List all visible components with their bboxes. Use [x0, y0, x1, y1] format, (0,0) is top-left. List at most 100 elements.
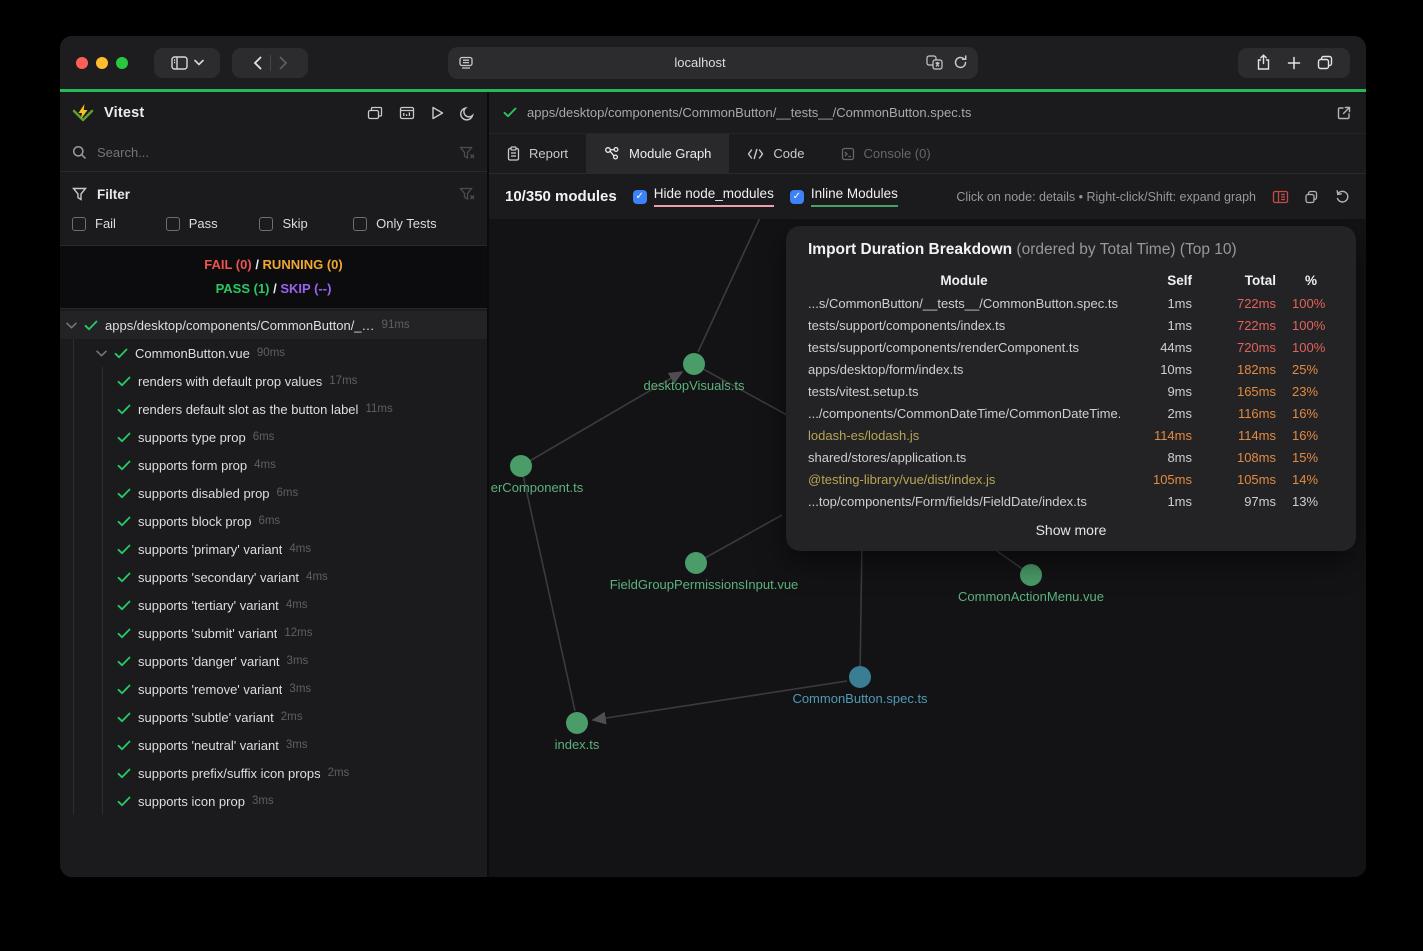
module-graph-canvas[interactable]: desktopVisuals.ts erComponent.ts FieldGrou… [489, 219, 1366, 877]
graph-node[interactable] [849, 666, 871, 688]
graph-node[interactable] [510, 455, 532, 477]
checkbox-box[interactable] [353, 217, 367, 231]
test-case-row[interactable]: supports type prop 6ms [103, 423, 487, 451]
filter-checkbox[interactable]: Fail [72, 216, 166, 231]
graph-hint-text: Click on node: details • Right-click/Shi… [956, 190, 1256, 204]
dark-mode-icon[interactable] [460, 106, 475, 121]
test-case-row[interactable]: supports form prop 4ms [103, 451, 487, 479]
external-link-icon[interactable] [1336, 105, 1352, 121]
graph-node-label[interactable]: CommonActionMenu.vue [958, 589, 1104, 604]
module-cell[interactable]: ...s/CommonButton/__tests__/CommonButton… [808, 293, 1120, 315]
graph-node[interactable] [566, 712, 588, 734]
dashboard-icon[interactable] [399, 106, 415, 121]
module-cell[interactable]: tests/support/components/index.ts [808, 315, 1120, 337]
reset-graph-icon[interactable] [1335, 189, 1350, 204]
test-case-row[interactable]: renders with default prop values 17ms [103, 367, 487, 395]
hide-node-modules-checkbox[interactable]: ✓ Hide node_modules [633, 186, 774, 207]
expand-graph-icon[interactable] [1304, 190, 1320, 204]
minimize-button[interactable] [96, 57, 108, 69]
file-children: CommonButton.vue 90ms renders with defau… [73, 339, 487, 815]
checkbox-box[interactable] [259, 217, 273, 231]
total-cell: 105ms [1204, 469, 1276, 491]
test-file-row[interactable]: apps/desktop/components/CommonButton/_… … [60, 311, 487, 339]
module-cell[interactable]: tests/support/components/renderComponent… [808, 337, 1120, 359]
browser-toolbar: localhost [60, 36, 1366, 89]
zoom-button[interactable] [116, 57, 128, 69]
test-case-row[interactable]: supports 'secondary' variant 4ms [103, 563, 487, 591]
back-button[interactable] [253, 56, 262, 70]
chevron-down-icon[interactable] [66, 322, 77, 329]
test-case-row[interactable]: supports 'danger' variant 3ms [103, 647, 487, 675]
run-all-icon[interactable] [431, 106, 444, 121]
test-case-row[interactable]: supports disabled prop 6ms [103, 479, 487, 507]
address-bar[interactable]: localhost [448, 47, 978, 79]
filter-checkbox[interactable]: Pass [166, 216, 260, 231]
test-case-row[interactable]: supports 'primary' variant 4ms [103, 535, 487, 563]
check-icon [503, 107, 517, 118]
test-case-row[interactable]: supports 'submit' variant 12ms [103, 619, 487, 647]
test-case-row[interactable]: renders default slot as the button label… [103, 395, 487, 423]
self-cell: 114ms [1132, 425, 1192, 447]
share-icon[interactable] [1256, 54, 1271, 71]
clear-filter-icon[interactable] [459, 187, 475, 201]
graph-node-label[interactable]: FieldGroupPermissionsInput.vue [610, 577, 799, 592]
tab-label: Module Graph [629, 146, 711, 161]
pct-cell: 23% [1288, 381, 1334, 403]
translate-icon[interactable] [926, 55, 943, 70]
graph-node[interactable] [685, 552, 707, 574]
inline-modules-checkbox[interactable]: ✓ Inline Modules [790, 186, 898, 207]
module-cell[interactable]: lodash-es/lodash.js [808, 425, 1120, 447]
close-button[interactable] [76, 57, 88, 69]
tab-console[interactable]: Console (0) [823, 134, 949, 173]
checkbox-box[interactable] [166, 217, 180, 231]
test-case-row[interactable]: supports prefix/suffix icon props 2ms [103, 759, 487, 787]
nav-buttons [232, 48, 308, 78]
graph-node-label[interactable]: index.ts [555, 737, 600, 752]
filter-checkbox[interactable]: Only Tests [353, 216, 475, 231]
test-case-row[interactable]: supports 'subtle' variant 2ms [103, 703, 487, 731]
module-cell[interactable]: .../components/CommonDateTime/CommonDate… [808, 403, 1120, 425]
tab-code[interactable]: Code [729, 134, 822, 173]
check-icon [117, 684, 131, 695]
graph-node[interactable] [683, 353, 705, 375]
search-input[interactable] [97, 145, 449, 160]
clear-filter-icon[interactable] [459, 146, 475, 160]
graph-toolbar-icons [1272, 189, 1350, 204]
reload-icon[interactable] [953, 55, 968, 70]
new-tab-icon[interactable] [1287, 56, 1301, 70]
module-cell[interactable]: @testing-library/vue/dist/index.js [808, 469, 1120, 491]
collapse-all-icon[interactable] [367, 106, 383, 121]
test-case-row[interactable]: supports 'remove' variant 3ms [103, 675, 487, 703]
checkbox-checked-icon[interactable]: ✓ [633, 190, 647, 204]
test-case-row[interactable]: supports icon prop 3ms [103, 787, 487, 815]
module-cell[interactable]: apps/desktop/form/index.ts [808, 359, 1120, 381]
check-icon [117, 656, 131, 667]
test-case-row[interactable]: supports block prop 6ms [103, 507, 487, 535]
tab-module-graph[interactable]: Module Graph [586, 134, 729, 173]
show-more-button[interactable]: Show more [808, 522, 1334, 538]
sidebar-toggle-button[interactable] [154, 48, 220, 78]
reader-icon[interactable] [458, 56, 474, 70]
chevron-down-icon[interactable] [96, 350, 107, 357]
legend-icon[interactable] [1272, 190, 1289, 204]
tab-report[interactable]: Report [489, 134, 586, 173]
graph-node-label[interactable]: erComponent.ts [491, 480, 584, 495]
test-suite-row[interactable]: CommonButton.vue 90ms [74, 339, 487, 367]
checkbox-checked-icon[interactable]: ✓ [790, 190, 804, 204]
graph-node-label[interactable]: CommonButton.spec.ts [792, 691, 928, 706]
test-case-row[interactable]: supports 'neutral' variant 3ms [103, 731, 487, 759]
check-icon [114, 348, 128, 359]
tab-overview-icon[interactable] [1317, 55, 1333, 70]
code-icon [747, 148, 764, 160]
checkbox-box[interactable] [72, 217, 86, 231]
filter-checkbox[interactable]: Skip [259, 216, 353, 231]
module-cell[interactable]: ...top/components/Form/fields/FieldDate/… [808, 491, 1120, 513]
module-cell[interactable]: shared/stores/application.ts [808, 447, 1120, 469]
graph-node-label[interactable]: desktopVisuals.ts [644, 378, 745, 393]
test-case-name: supports 'danger' variant [138, 654, 280, 669]
graph-node[interactable] [1020, 564, 1042, 586]
test-case-row[interactable]: supports 'tertiary' variant 4ms [103, 591, 487, 619]
forward-button[interactable] [279, 56, 288, 70]
module-cell[interactable]: tests/vitest.setup.ts [808, 381, 1120, 403]
test-case-name: renders default slot as the button label [138, 402, 358, 417]
